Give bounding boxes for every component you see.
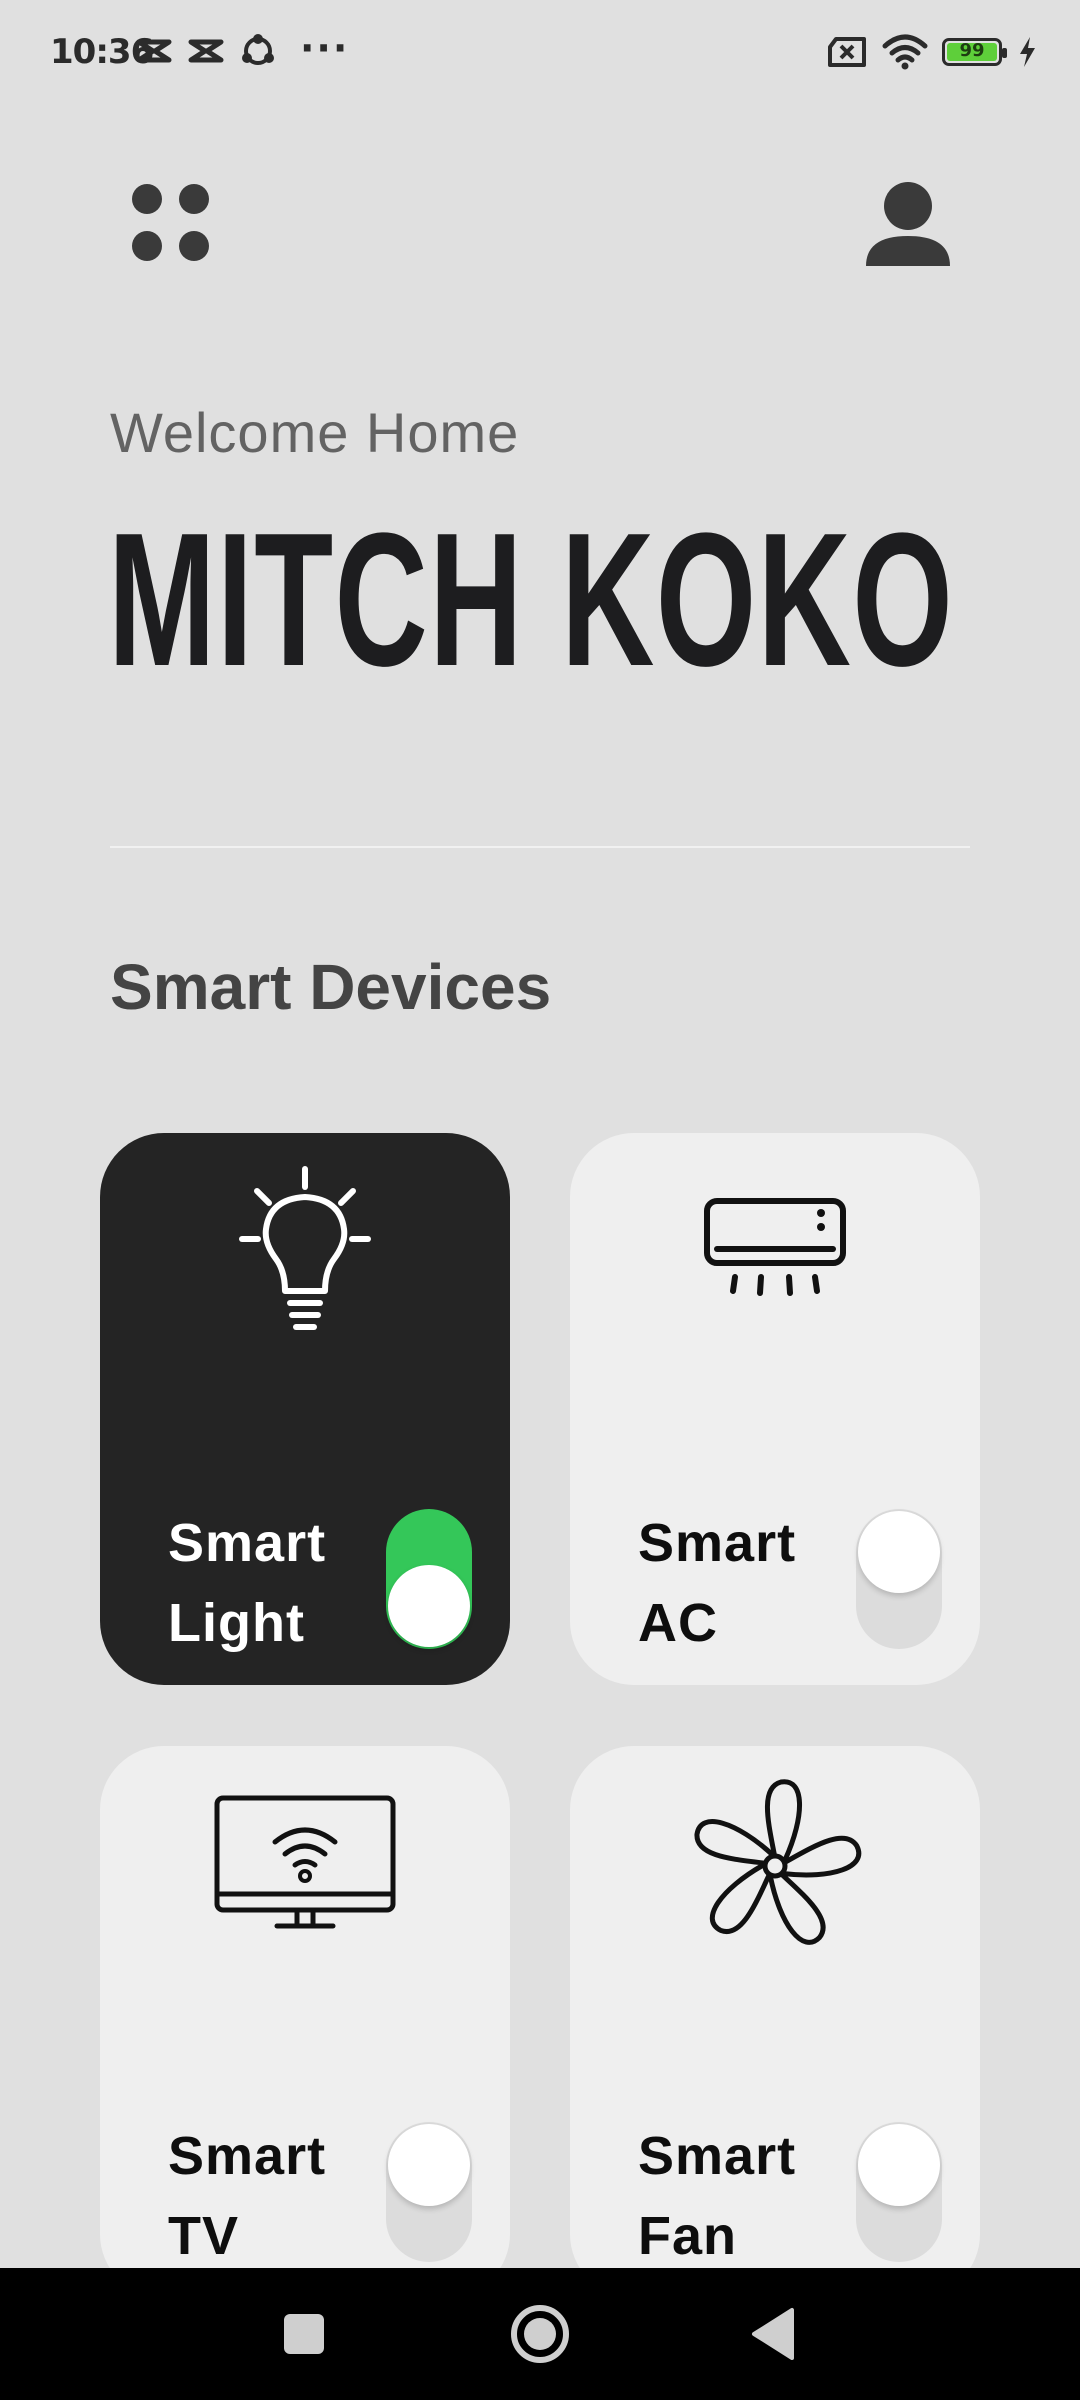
power-toggle[interactable] xyxy=(856,1509,942,1649)
capcut-icon xyxy=(136,39,172,63)
device-card-smart-light[interactable]: Smart Light xyxy=(100,1133,510,1685)
recents-button[interactable] xyxy=(268,2298,340,2370)
capcut-icon xyxy=(188,39,224,63)
home-button[interactable] xyxy=(504,2298,576,2370)
status-notification-icons xyxy=(135,32,277,70)
battery-level: 99 xyxy=(959,40,985,61)
device-card-smart-ac[interactable]: Smart AC xyxy=(570,1133,980,1685)
device-card-smart-fan[interactable]: Smart Fan xyxy=(570,1746,980,2298)
user-name: MITCH KOKO xyxy=(108,494,955,706)
battery-icon: 99 xyxy=(942,38,1007,66)
section-title: Smart Devices xyxy=(110,951,552,1023)
device-label: Smart AC xyxy=(638,1513,797,1653)
recents-square-icon xyxy=(284,2314,324,2354)
back-triangle-icon xyxy=(752,2308,794,2360)
toggle-knob xyxy=(858,1511,940,1593)
home-circle-icon xyxy=(511,2305,569,2363)
power-toggle[interactable] xyxy=(856,2122,942,2262)
welcome-text: Welcome Home xyxy=(110,401,520,464)
device-label: Smart Fan xyxy=(638,2126,797,2266)
smart-tv-icon xyxy=(214,1795,396,1929)
device-card-smart-tv[interactable]: Smart TV xyxy=(100,1746,510,2298)
status-system-icons: 99 xyxy=(826,34,1038,70)
status-bar: 10:36 ··· 99 xyxy=(0,0,1080,108)
divider xyxy=(110,846,970,848)
no-sim-icon xyxy=(828,37,866,67)
power-toggle[interactable] xyxy=(386,1509,472,1649)
sync-icon xyxy=(242,34,274,65)
menu-button[interactable] xyxy=(128,180,218,270)
lightbulb-icon xyxy=(239,1166,371,1330)
fan-icon xyxy=(694,1779,862,1945)
person-icon xyxy=(866,182,950,266)
air-conditioner-icon xyxy=(704,1198,846,1296)
charging-icon xyxy=(1020,37,1035,67)
wifi-icon xyxy=(882,34,928,70)
back-button[interactable] xyxy=(740,2298,812,2370)
toggle-knob xyxy=(858,2124,940,2206)
profile-button[interactable] xyxy=(860,180,956,270)
toggle-knob xyxy=(388,1565,470,1647)
status-overflow: ··· xyxy=(300,26,350,70)
toggle-knob xyxy=(388,2124,470,2206)
system-nav-bar xyxy=(0,2268,1080,2400)
device-label: Smart Light xyxy=(168,1513,327,1653)
device-label: Smart TV xyxy=(168,2126,327,2266)
power-toggle[interactable] xyxy=(386,2122,472,2262)
